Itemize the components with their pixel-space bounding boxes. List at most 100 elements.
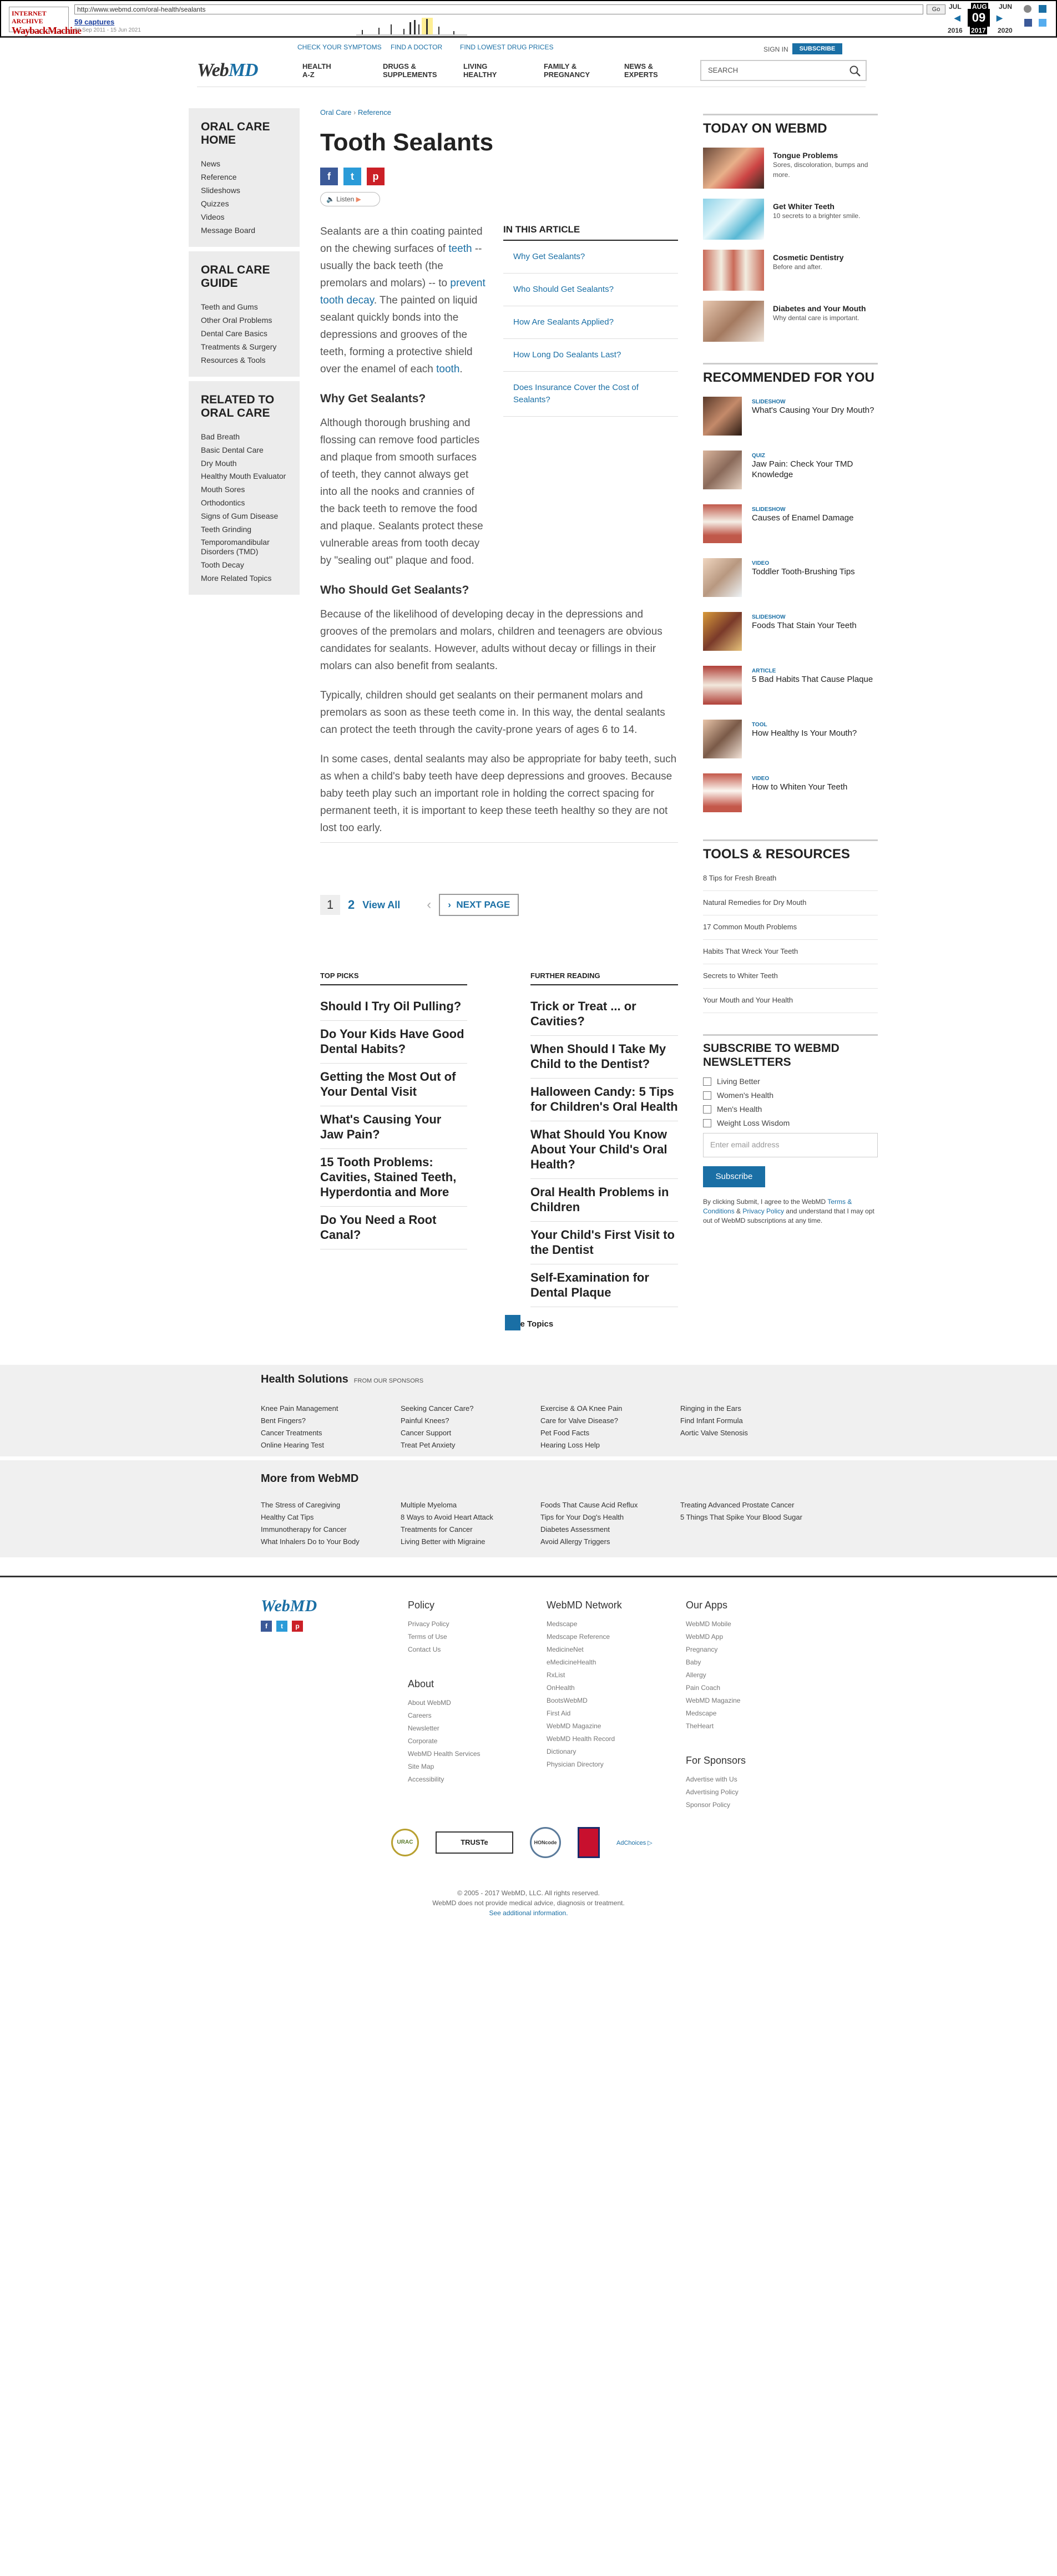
more-link[interactable]	[680, 1524, 819, 1536]
more-link[interactable]: Tips for Your Dog's Health	[540, 1511, 679, 1524]
footer-link[interactable]: Pain Coach	[686, 1682, 746, 1694]
solution-link[interactable]: Care for Valve Disease?	[540, 1415, 679, 1427]
footer-link[interactable]: WebMD Health Services	[408, 1748, 481, 1760]
facebook-icon[interactable]: f	[320, 168, 338, 185]
more-link[interactable]: Diabetes Assessment	[540, 1524, 679, 1536]
nav-news-experts[interactable]: NEWS & EXPERTS	[624, 62, 658, 79]
solution-link[interactable]: Hearing Loss Help	[540, 1439, 679, 1451]
left-link[interactable]: Quizzes	[201, 197, 287, 210]
footer-link[interactable]: Medscape	[686, 1707, 746, 1720]
captures-link[interactable]: 59 captures	[74, 18, 114, 26]
prev-arrow-icon[interactable]: ◀	[954, 13, 960, 23]
newsletter-checkbox[interactable]: Living Better	[703, 1077, 878, 1086]
footer-link[interactable]: Sponsor Policy	[686, 1799, 746, 1811]
search-input[interactable]: SEARCH	[700, 60, 867, 81]
wayback-social-icons[interactable]	[1022, 3, 1053, 34]
search-icon[interactable]	[849, 65, 861, 77]
more-link[interactable]: 8 Ways to Avoid Heart Attack	[401, 1511, 539, 1524]
solution-link[interactable]: Pet Food Facts	[540, 1427, 679, 1439]
tool-link[interactable]: Natural Remedies for Dry Mouth	[703, 891, 878, 915]
truste-badge[interactable]: TRUSTe	[436, 1831, 513, 1854]
rec-item[interactable]: SLIDESHOW Causes of Enamel Damage	[703, 504, 878, 558]
more-link[interactable]: Foods That Cause Acid Reflux	[540, 1499, 679, 1511]
footer-link[interactable]: Careers	[408, 1709, 481, 1722]
page-2[interactable]: 2	[348, 898, 355, 912]
today-item[interactable]: Cosmetic Dentistry Before and after.	[703, 250, 878, 291]
left-link[interactable]: Reference	[201, 170, 287, 184]
more-link[interactable]: Living Better with Migraine	[401, 1536, 539, 1548]
sign-in-link[interactable]: SIGN IN	[763, 45, 788, 53]
solution-link[interactable]: Exercise & OA Knee Pain	[540, 1403, 679, 1415]
footer-link[interactable]: About WebMD	[408, 1697, 481, 1709]
left-link[interactable]: Signs of Gum Disease	[201, 509, 287, 523]
next-year[interactable]: 2020	[998, 27, 1013, 34]
toc-item[interactable]: How Long Do Sealants Last?	[503, 339, 678, 372]
crumb-oral-care[interactable]: Oral Care	[320, 108, 351, 117]
checkbox-icon[interactable]	[703, 1105, 711, 1114]
solution-link[interactable]: Bent Fingers?	[261, 1415, 399, 1427]
next-month[interactable]: JUN	[999, 3, 1012, 11]
toc-item[interactable]: Why Get Sealants?	[503, 241, 678, 274]
top-pick-link[interactable]: Getting the Most Out of Your Dental Visi…	[320, 1064, 467, 1106]
nav-health-az[interactable]: HEALTH A-Z	[302, 62, 331, 79]
more-link[interactable]: 5 Things That Spike Your Blood Sugar	[680, 1511, 819, 1524]
more-link[interactable]: What Inhalers Do to Your Body	[261, 1536, 399, 1548]
pinterest-icon[interactable]: p	[292, 1621, 303, 1632]
newsletter-checkbox[interactable]: Women's Health	[703, 1091, 878, 1100]
more-link[interactable]: Multiple Myeloma	[401, 1499, 539, 1511]
more-link[interactable]: Healthy Cat Tips	[261, 1511, 399, 1524]
hon-badge[interactable]: HONcode	[530, 1827, 561, 1858]
solution-link[interactable]	[680, 1439, 819, 1451]
more-link[interactable]: The Stress of Caregiving	[261, 1499, 399, 1511]
header-subscribe-button[interactable]: SUBSCRIBE	[792, 43, 842, 54]
next-page-button[interactable]: › NEXT PAGE	[439, 894, 519, 916]
newsletter-checkbox[interactable]: Weight Loss Wisdom	[703, 1119, 878, 1127]
left-link[interactable]: Orthodontics	[201, 496, 287, 509]
further-link[interactable]: Trick or Treat ... or Cavities?	[530, 993, 678, 1036]
footer-link[interactable]: First Aid	[547, 1707, 622, 1720]
nav-drugs[interactable]: DRUGS & SUPPLEMENTS	[383, 62, 437, 79]
footer-link[interactable]: Allergy	[686, 1669, 746, 1682]
footer-link[interactable]: WebMD Magazine	[686, 1694, 746, 1707]
checkbox-icon[interactable]	[703, 1091, 711, 1100]
footer-link[interactable]: Physician Directory	[547, 1758, 622, 1771]
footer-link[interactable]: Medscape Reference	[547, 1631, 622, 1643]
view-all-link[interactable]: View All	[362, 899, 400, 911]
footer-link[interactable]: Site Map	[408, 1760, 481, 1773]
solution-link[interactable]: Online Hearing Test	[261, 1439, 399, 1451]
urac-badge[interactable]: URAC	[391, 1829, 419, 1856]
tooth-link[interactable]: tooth	[436, 363, 459, 375]
solution-link[interactable]: Ringing in the Ears	[680, 1403, 819, 1415]
footer-link[interactable]: Advertising Policy	[686, 1786, 746, 1799]
footer-link[interactable]: Medscape	[547, 1618, 622, 1631]
find-doctor-link[interactable]: FIND A DOCTOR	[391, 43, 442, 51]
left-link[interactable]: Bad Breath	[201, 430, 287, 443]
rec-item[interactable]: QUIZ Jaw Pain: Check Your TMD Knowledge	[703, 451, 878, 504]
footer-link[interactable]: OnHealth	[547, 1682, 622, 1694]
footer-link[interactable]: WebMD Health Record	[547, 1733, 622, 1745]
twitter-icon[interactable]: t	[276, 1621, 287, 1632]
toc-item[interactable]: How Are Sealants Applied?	[503, 306, 678, 339]
rec-item[interactable]: TOOL How Healthy Is Your Mouth?	[703, 720, 878, 773]
wayback-logo[interactable]: INTERNET ARCHIVE WaybackMachine	[9, 7, 82, 36]
toc-item[interactable]: Who Should Get Sealants?	[503, 274, 678, 306]
footer-link[interactable]: Baby	[686, 1656, 746, 1669]
top-pick-link[interactable]: Should I Try Oil Pulling?	[320, 993, 467, 1021]
footer-link[interactable]: BootsWebMD	[547, 1694, 622, 1707]
rec-item[interactable]: ARTICLE 5 Bad Habits That Cause Plaque	[703, 666, 878, 720]
today-item[interactable]: Tongue Problems Sores, discoloration, bum…	[703, 148, 878, 189]
adchoices-link[interactable]: AdChoices ▷	[616, 1839, 653, 1846]
footer-link[interactable]: RxList	[547, 1669, 622, 1682]
top-pick-link[interactable]: Do Your Kids Have Good Dental Habits?	[320, 1021, 467, 1064]
tool-link[interactable]: Your Mouth and Your Health	[703, 989, 878, 1013]
crumb-reference[interactable]: Reference	[358, 108, 391, 117]
prev-month[interactable]: JUL	[949, 3, 962, 11]
newsletter-subscribe-button[interactable]: Subscribe	[703, 1166, 765, 1187]
top-pick-link[interactable]: 15 Tooth Problems: Cavities, Stained Tee…	[320, 1149, 467, 1207]
left-link[interactable]: Videos	[201, 210, 287, 224]
check-symptoms-link[interactable]: CHECK YOUR SYMPTOMS	[297, 43, 382, 51]
next-arrow-icon[interactable]: ▶	[997, 13, 1003, 23]
footer-link[interactable]: Newsletter	[408, 1722, 481, 1735]
tool-link[interactable]: 8 Tips for Fresh Breath	[703, 867, 878, 891]
left-link[interactable]: Basic Dental Care	[201, 443, 287, 457]
